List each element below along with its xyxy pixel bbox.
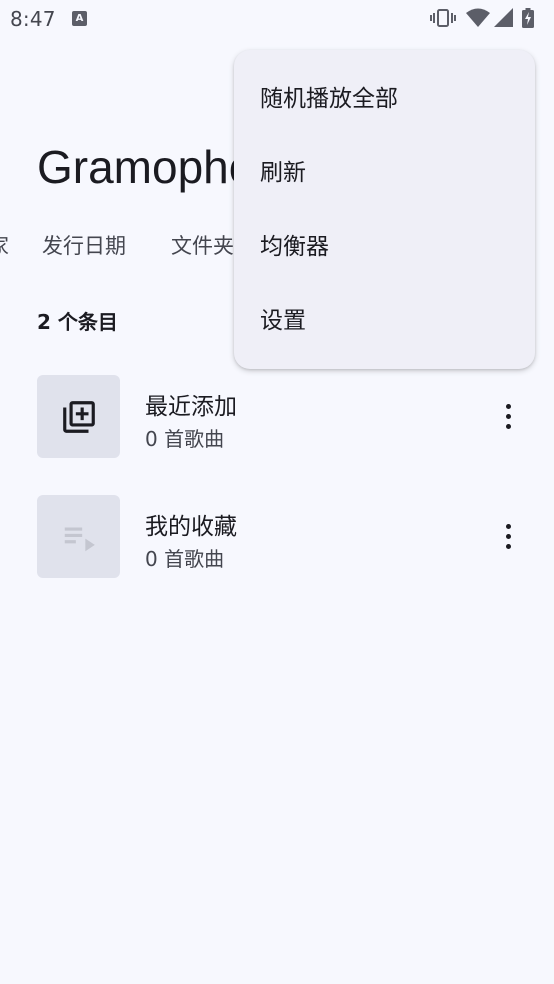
item-count: 2 个条目 <box>37 310 118 334</box>
playlist-play-icon <box>64 527 95 551</box>
more-options-button[interactable] <box>488 517 528 557</box>
tab-folder[interactable]: 文件夹 <box>171 230 234 260</box>
menu-item-equalizer[interactable]: 均衡器 <box>234 210 535 284</box>
battery-charging-icon <box>522 8 534 28</box>
status-time: 8:47 <box>10 7 56 31</box>
notification-a-icon: A <box>72 11 87 26</box>
list-item[interactable]: 最近添加 0 首歌曲 <box>0 375 554 459</box>
more-options-button[interactable] <box>488 397 528 437</box>
playlist-song-count: 0 首歌曲 <box>145 547 225 571</box>
playlist-title: 最近添加 <box>145 394 237 420</box>
menu-item-settings[interactable]: 设置 <box>234 284 535 358</box>
library-add-icon <box>62 400 95 433</box>
playlist-thumbnail <box>37 495 120 578</box>
wifi-icon <box>466 8 490 27</box>
menu-item-shuffle-all[interactable]: 随机播放全部 <box>234 62 535 136</box>
playlist-title: 我的收藏 <box>145 514 237 540</box>
menu-item-refresh[interactable]: 刷新 <box>234 136 535 210</box>
vibrate-icon <box>430 9 456 27</box>
status-bar: 8:47 A <box>0 0 554 38</box>
playlist-song-count: 0 首歌曲 <box>145 427 225 451</box>
overflow-menu: 随机播放全部 刷新 均衡器 设置 <box>234 50 535 369</box>
tab-home[interactable]: 家 <box>0 230 9 260</box>
signal-icon <box>494 8 513 27</box>
playlist-thumbnail <box>37 375 120 458</box>
status-icons <box>430 8 546 28</box>
tab-release-date[interactable]: 发行日期 <box>42 230 126 260</box>
list-item[interactable]: 我的收藏 0 首歌曲 <box>0 495 554 579</box>
